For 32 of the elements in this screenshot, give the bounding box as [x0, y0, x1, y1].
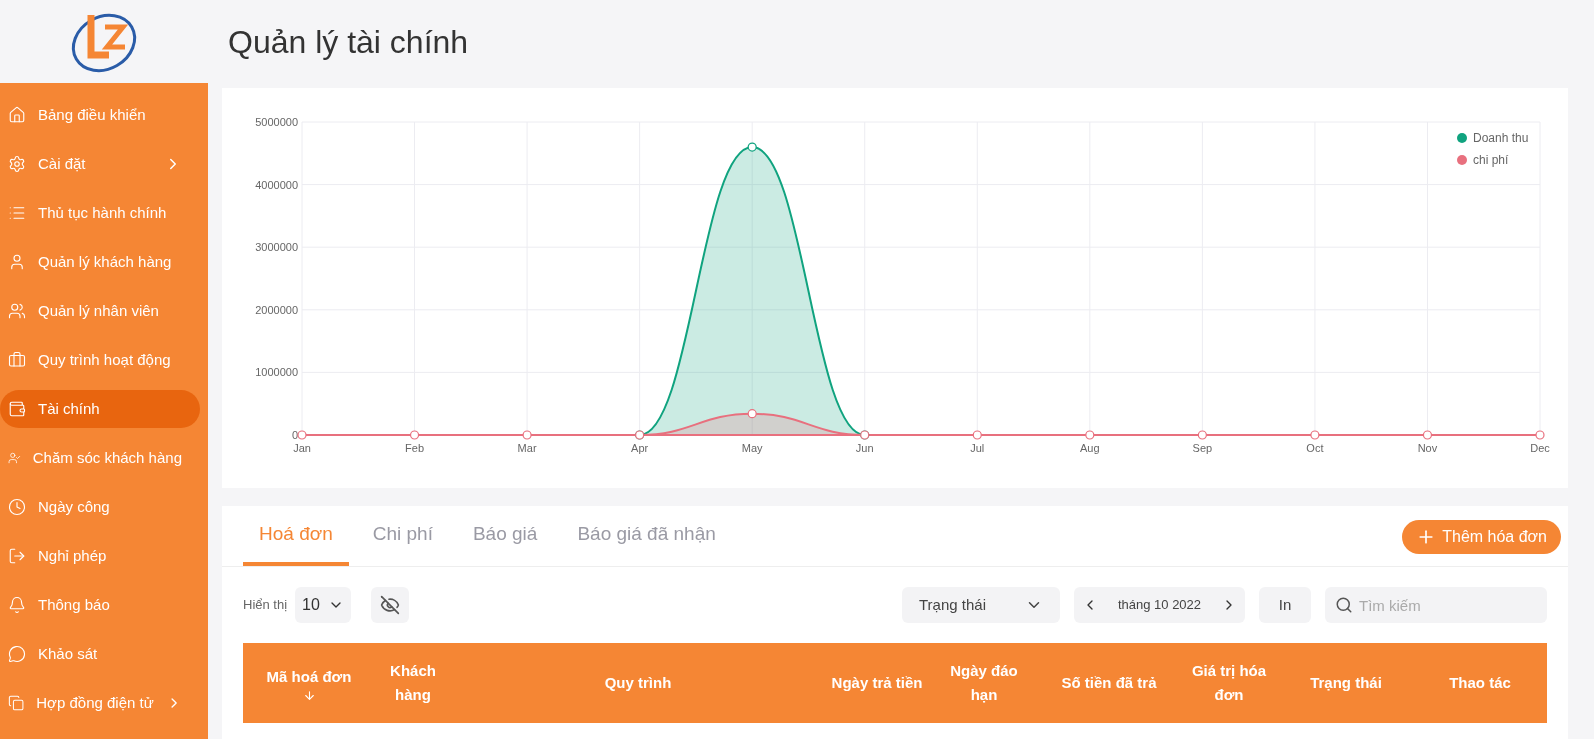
- month-label: tháng 10 2022: [1117, 596, 1202, 615]
- x-tick-label: Aug: [1080, 442, 1100, 454]
- x-tick-label: Oct: [1306, 442, 1324, 454]
- legend-label: Doanh thu: [1473, 131, 1529, 145]
- x-tick-label: Nov: [1417, 442, 1438, 454]
- x-tick-label: May: [741, 442, 763, 454]
- y-tick-label: 5000000: [255, 116, 298, 128]
- y-tick-label: 1000000: [255, 366, 298, 379]
- page-title: Quản lý tài chính: [228, 22, 469, 62]
- x-tick-label: Sep: [1192, 442, 1213, 454]
- x-tick-label: Feb: [405, 442, 425, 454]
- x-tick-label: Mar: [517, 442, 537, 454]
- y-tick-label: 2000000: [255, 303, 298, 316]
- y-tick-label: 3000000: [255, 241, 298, 254]
- x-tick-label: Jul: [970, 442, 985, 454]
- column-header: Giá trị hóa đơn: [1190, 661, 1268, 705]
- x-tick-label: Dec: [1530, 442, 1550, 454]
- y-tick-label: 4000000: [255, 178, 298, 191]
- column-header: Số tiền đã trả: [1061, 673, 1157, 693]
- x-tick-label: Jan: [293, 442, 311, 454]
- column-header: Trạng thái: [1310, 673, 1382, 693]
- column-header: Thao tác: [1449, 673, 1511, 693]
- column-header: Ngày trả tiền: [831, 673, 923, 693]
- column-header: Ngày đáo hạn: [949, 661, 1019, 705]
- column-header: Khách hàng: [389, 661, 437, 705]
- column-header: Mã hoá đơn: [266, 666, 352, 687]
- legend-label: chi phí: [1473, 153, 1509, 167]
- x-tick-label: Apr: [631, 442, 649, 454]
- column-header: Quy trình: [604, 673, 672, 693]
- x-tick-label: Jun: [855, 442, 874, 454]
- y-tick-label: 0: [291, 429, 298, 441]
- show-label: Hiển thị: [243, 596, 288, 615]
